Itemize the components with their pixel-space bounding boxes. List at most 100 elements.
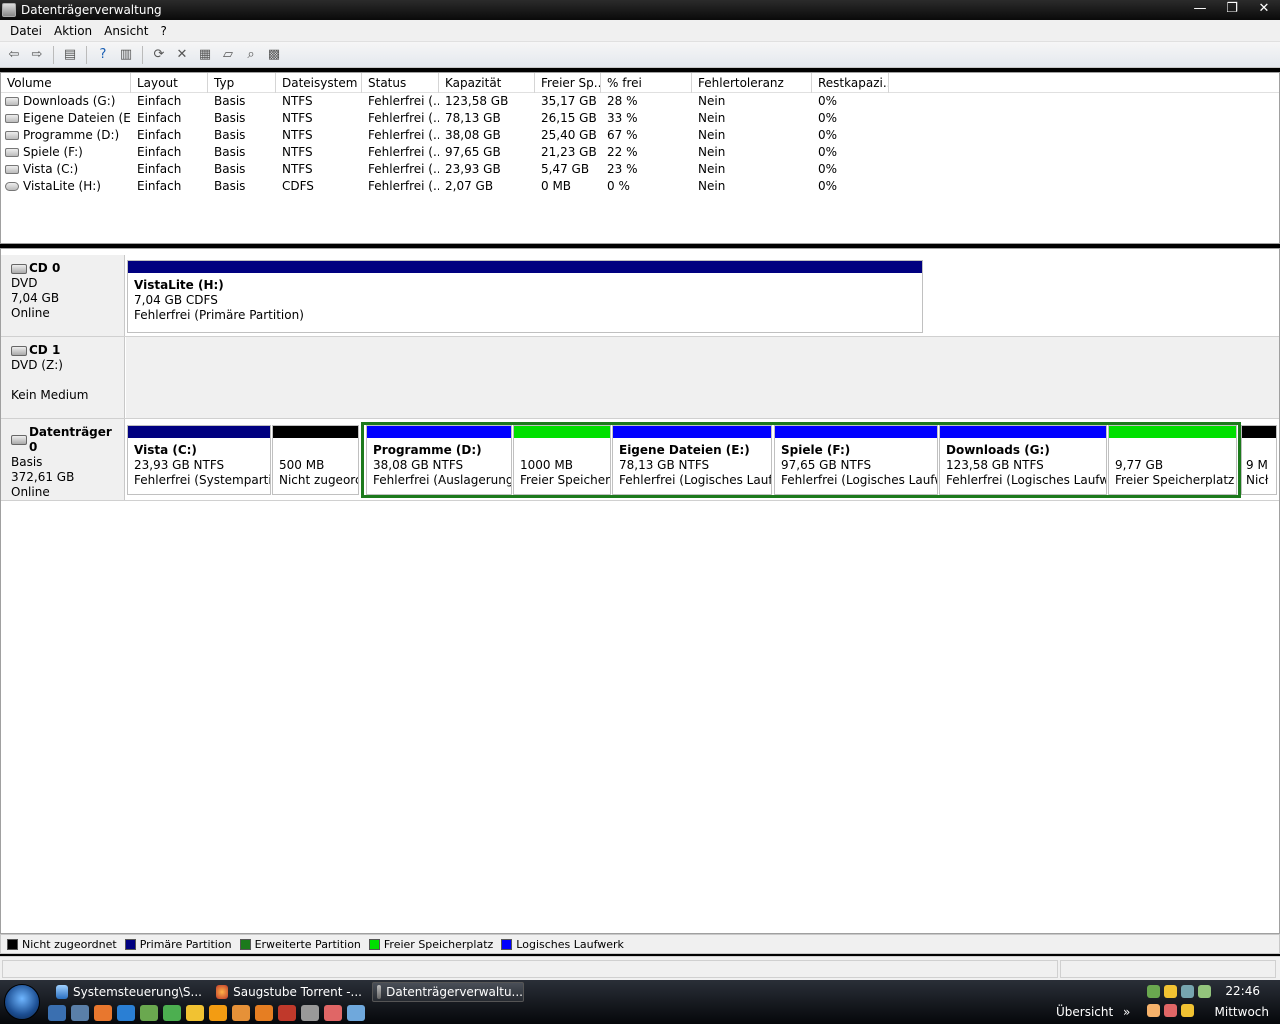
vlc-icon[interactable] <box>209 1005 227 1021</box>
table-row[interactable]: Programme (D:) Einfach Basis NTFS Fehler… <box>1 127 901 144</box>
column-restkapazitaet[interactable]: Restkapazi... <box>812 73 889 93</box>
no-media-area <box>126 337 1279 418</box>
messenger-tray-icon[interactable] <box>1198 985 1211 998</box>
column-freier-speicher[interactable]: Freier Sp... <box>535 73 601 93</box>
disk-label[interactable]: Datenträger 0 Basis 372,61 GB Online <box>1 419 125 500</box>
partition-name: VistaLite (H:) <box>134 278 224 292</box>
column-typ[interactable]: Typ <box>208 73 276 93</box>
free-space-block[interactable]: 1000 MB Freier Speicherp <box>513 425 611 495</box>
media-icon[interactable] <box>324 1005 342 1021</box>
minimize-button[interactable]: — <box>1192 0 1208 18</box>
volume-free-space: 35,17 GB <box>541 94 597 108</box>
console-tree-icon[interactable]: ▤ <box>60 45 80 65</box>
taskbar-item-firefox[interactable]: Saugstube Torrent -... <box>212 982 362 1002</box>
settings-icon[interactable]: ▩ <box>264 45 284 65</box>
headset-icon[interactable] <box>347 1005 365 1021</box>
volume-name: Eigene Dateien (E:) <box>23 111 131 125</box>
forward-arrow-icon[interactable]: ⇨ <box>27 45 47 65</box>
taskbar-item-datentraegerverwaltung[interactable]: Datenträgerverwaltu... <box>372 982 524 1002</box>
menu-help[interactable]: ? <box>154 21 172 41</box>
volume-layout: Einfach <box>137 162 182 176</box>
messenger-icon[interactable] <box>163 1005 181 1021</box>
menu-aktion[interactable]: Aktion <box>48 21 98 41</box>
back-arrow-icon[interactable]: ⇦ <box>4 45 24 65</box>
free-space-block[interactable]: 9,77 GB Freier Speicherplatz <box>1108 425 1237 495</box>
volume-overhead: 0% <box>818 162 838 176</box>
partition-block-vista[interactable]: Vista (C:) 23,93 GB NTFS Fehlerfrei (Sys… <box>127 425 271 495</box>
overview-toolbar[interactable]: Übersicht » <box>1056 1005 1130 1019</box>
alert-tray-icon[interactable] <box>1164 1004 1177 1017</box>
firefox-icon[interactable] <box>94 1005 112 1021</box>
column-dateisystem[interactable]: Dateisystem <box>276 73 362 93</box>
menu-ansicht[interactable]: Ansicht <box>98 21 154 41</box>
toolbar-separator <box>53 45 54 64</box>
burn-icon[interactable] <box>278 1005 296 1021</box>
partition-block-eigene-dateien[interactable]: Eigene Dateien (E:) 78,13 GB NTFS Fehler… <box>612 425 772 495</box>
tool-icon[interactable] <box>301 1005 319 1021</box>
properties-icon[interactable]: ▦ <box>195 45 215 65</box>
volume-fault-tolerance: Nein <box>698 145 726 159</box>
maximize-button[interactable]: ❐ <box>1224 0 1240 18</box>
column-volume[interactable]: Volume <box>1 73 131 93</box>
switch-windows-icon[interactable] <box>71 1005 89 1021</box>
volume-fault-tolerance: Nein <box>698 128 726 142</box>
unallocated-block[interactable]: 500 MB Nicht zugeorc <box>272 425 359 495</box>
column-kapazitaet[interactable]: Kapazität <box>439 73 535 93</box>
show-desktop-icon[interactable] <box>48 1005 66 1021</box>
device-tray-icon[interactable] <box>1181 985 1194 998</box>
refresh-icon[interactable]: ⟳ <box>149 45 169 65</box>
table-row[interactable]: Vista (C:) Einfach Basis NTFS Fehlerfrei… <box>1 161 901 178</box>
start-button[interactable] <box>4 984 40 1020</box>
disk-management-icon <box>377 985 382 999</box>
legend-item: Freier Speicherplatz <box>368 938 493 951</box>
disk-name: CD 0 <box>29 261 61 275</box>
volume-overhead: 0% <box>818 111 838 125</box>
hard-disk-icon <box>11 435 27 445</box>
volume-layout: Einfach <box>137 128 182 142</box>
utorrent-icon[interactable] <box>232 1005 250 1021</box>
help-icon[interactable]: ? <box>93 45 113 65</box>
volume-list: Volume Layout Typ Dateisystem Status Kap… <box>0 72 1280 244</box>
app-icon[interactable] <box>255 1005 273 1021</box>
menu-datei[interactable]: Datei <box>4 21 48 41</box>
volume-capacity: 97,65 GB <box>445 145 501 159</box>
network-tray-icon[interactable] <box>1147 985 1160 998</box>
clock-time[interactable]: 22:46 <box>1225 984 1260 998</box>
volume-type: Basis <box>214 128 246 142</box>
explore-icon[interactable]: ⌕ <box>241 45 261 65</box>
open-icon[interactable]: ▱ <box>218 45 238 65</box>
disk-size <box>11 373 124 388</box>
column-layout[interactable]: Layout <box>131 73 208 93</box>
unallocated-block[interactable]: 9 M Nicł <box>1241 425 1277 495</box>
partition-block-programme[interactable]: Programme (D:) 38,08 GB NTFS Fehlerfrei … <box>366 425 512 495</box>
legend-swatch <box>501 938 513 950</box>
info-tray-icon[interactable] <box>1181 1004 1194 1017</box>
table-row[interactable]: Spiele (F:) Einfach Basis NTFS Fehlerfre… <box>1 144 901 161</box>
winamp-icon[interactable] <box>186 1005 204 1021</box>
table-row[interactable]: VistaLite (H:) Einfach Basis CDFS Fehler… <box>1 178 901 195</box>
cd-drive-icon <box>11 345 27 356</box>
column-status[interactable]: Status <box>362 73 439 93</box>
sun-tray-icon[interactable] <box>1164 985 1177 998</box>
partition-block-spiele[interactable]: Spiele (F:) 97,65 GB NTFS Fehlerfrei (Lo… <box>774 425 938 495</box>
legend-swatch <box>239 938 251 950</box>
internet-explorer-icon[interactable] <box>117 1005 135 1021</box>
disk-label[interactable]: CD 0 DVD 7,04 GB Online <box>1 255 125 336</box>
column-fehlertoleranz[interactable]: Fehlertoleranz <box>692 73 812 93</box>
delete-icon[interactable]: ✕ <box>172 45 192 65</box>
action-pane-icon[interactable]: ▥ <box>116 45 136 65</box>
taskbar-item-label: Saugstube Torrent -... <box>233 985 362 999</box>
taskbar-item-systemsteuerung[interactable]: Systemsteuerung\S... <box>52 982 202 1002</box>
partition-block[interactable]: VistaLite (H:) 7,04 GB CDFS Fehlerfrei (… <box>127 260 923 333</box>
disk-label[interactable]: CD 1 DVD (Z:) Kein Medium <box>1 337 125 418</box>
partition-name <box>1246 443 1276 458</box>
close-button[interactable]: ✕ <box>1256 0 1272 18</box>
table-row[interactable]: Eigene Dateien (E:) Einfach Basis NTFS F… <box>1 110 901 127</box>
legend-label: Primäre Partition <box>139 937 232 951</box>
column-prozent-frei[interactable]: % frei <box>601 73 692 93</box>
network-icon[interactable] <box>140 1005 158 1021</box>
app-tray-icon[interactable] <box>1147 1004 1160 1017</box>
partition-status: Fehlerfrei (Logisches Laufwer <box>946 473 1107 487</box>
partition-block-downloads[interactable]: Downloads (G:) 123,58 GB NTFS Fehlerfrei… <box>939 425 1107 495</box>
table-row[interactable]: Downloads (G:) Einfach Basis NTFS Fehler… <box>1 93 901 110</box>
